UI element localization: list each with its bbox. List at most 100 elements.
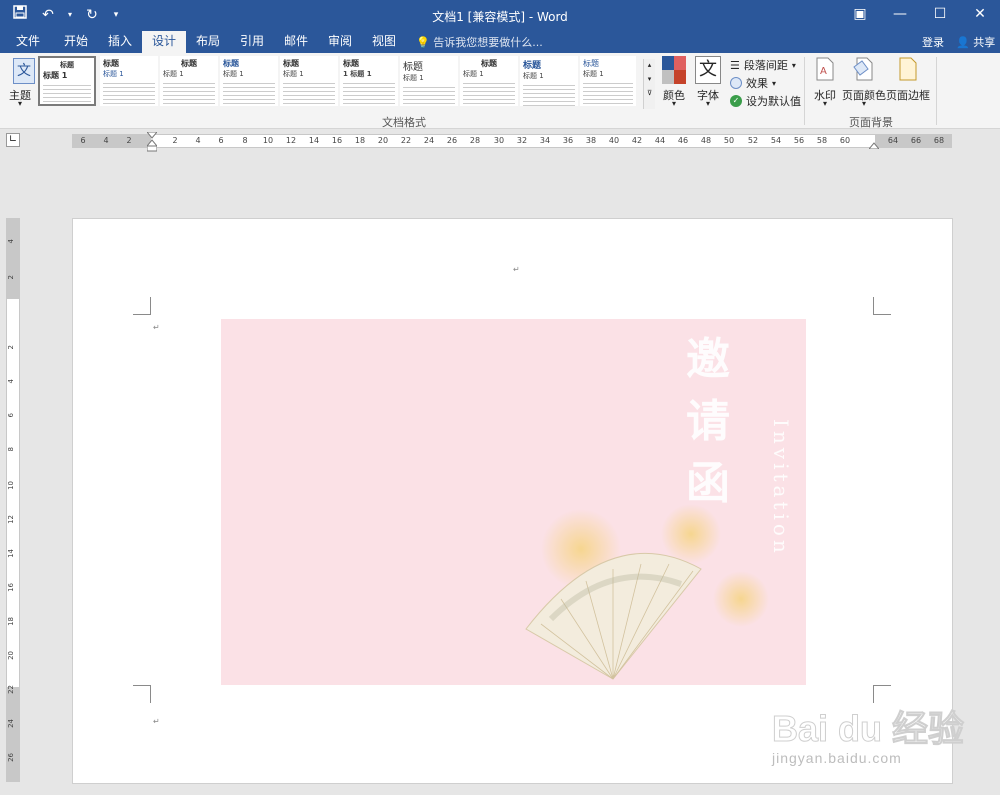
ruler-tick-label: 34: [539, 136, 551, 145]
style-set-item[interactable]: 标题 标题 1: [38, 56, 96, 106]
style-set-item[interactable]: 标题 标题 1: [580, 56, 636, 106]
ruler-tick-label: 4: [7, 379, 15, 384]
paragraph-spacing-button[interactable]: ☰ 段落间距 ▾: [730, 57, 796, 73]
ruler-tick-label: 24: [7, 719, 15, 728]
ruler-tick-label: 60: [839, 136, 851, 145]
minimize-icon[interactable]: —: [880, 0, 920, 28]
colors-icon: [662, 56, 686, 84]
paragraph-mark-icon: ↵: [153, 717, 160, 726]
ruler-tick-label: 50: [723, 136, 735, 145]
page-color-button[interactable]: 页面颜色 ▾: [842, 55, 886, 113]
close-icon[interactable]: ✕: [960, 0, 1000, 28]
invitation-image[interactable]: 邀请函 Invitation: [221, 319, 806, 685]
ruler-tick-label: 14: [7, 549, 15, 558]
baidu-watermark-logo: Bai du 经验: [771, 708, 965, 750]
style-set-item[interactable]: 标题 标题 1: [160, 56, 218, 106]
style-set-item[interactable]: 标题 标题 1: [220, 56, 278, 106]
themes-button[interactable]: 文 主题 ▾: [4, 55, 36, 113]
tab-mailings[interactable]: 邮件: [274, 31, 318, 53]
ruler-tick-label: 26: [7, 753, 15, 762]
tell-me-text: 告诉我您想要做什么...: [433, 36, 543, 49]
tab-review[interactable]: 审阅: [318, 31, 362, 53]
style-set-item[interactable]: 标题 标题 1: [520, 56, 578, 106]
scroll-down-icon[interactable]: ▾: [644, 75, 655, 83]
ruler-tick-label: 32: [516, 136, 528, 145]
ruler-tick-label: 8: [7, 447, 15, 452]
ruler-tick-label: 54: [770, 136, 782, 145]
window-controls: ▣ — ☐ ✕: [840, 0, 1000, 28]
svg-text:A: A: [820, 66, 827, 77]
ruler-tick-label: 10: [262, 136, 274, 145]
ruler-tick-label: 8: [242, 136, 248, 145]
ruler-tick-label: 66: [910, 136, 922, 145]
page-borders-button[interactable]: 页面边框: [886, 55, 930, 113]
checkmark-icon: ✓: [730, 95, 742, 107]
right-indent-marker-icon[interactable]: [869, 141, 879, 149]
chevron-down-icon: ▾: [791, 60, 796, 70]
crop-mark-top-left: [133, 297, 151, 315]
style-set-item[interactable]: 标题 标题 1: [280, 56, 338, 106]
gallery-more-icon[interactable]: ⊽: [644, 89, 655, 97]
style-set-item[interactable]: 标题 标题 1: [400, 56, 458, 106]
person-icon: 👤: [956, 36, 970, 49]
tab-file[interactable]: 文件: [6, 31, 50, 53]
watermark-button[interactable]: A 水印 ▾: [810, 55, 840, 113]
paragraph-mark-icon: ↵: [513, 265, 520, 274]
crop-mark-top-right: [873, 297, 891, 315]
style-set-item[interactable]: 标题 1 标题 1: [340, 56, 398, 106]
sign-in-link[interactable]: 登录: [922, 34, 944, 50]
ruler-tick-label: 2: [7, 345, 15, 350]
scroll-up-icon[interactable]: ▴: [644, 61, 655, 69]
ribbon-display-options-icon[interactable]: ▣: [840, 0, 880, 28]
ruler-tick-label: 16: [331, 136, 343, 145]
ruler-tick-label: 58: [816, 136, 828, 145]
tab-selector-icon[interactable]: ∟: [6, 133, 20, 147]
ruler-tick-label: 52: [747, 136, 759, 145]
page-borders-label: 页面边框: [886, 89, 930, 102]
tab-references[interactable]: 引用: [230, 31, 274, 53]
tab-design[interactable]: 设计: [142, 31, 187, 53]
tab-view[interactable]: 视图: [362, 31, 406, 53]
style-set-item[interactable]: 标题 标题 1: [460, 56, 518, 106]
ruler-tick-label: 30: [493, 136, 505, 145]
paragraph-spacing-icon: ☰: [730, 58, 740, 72]
tab-home[interactable]: 开始: [54, 31, 98, 53]
ruler-top-margin: [7, 219, 19, 299]
ruler-tick-label: 10: [7, 481, 15, 490]
indent-marker-icon[interactable]: [147, 132, 157, 152]
set-as-default-button[interactable]: ✓ 设为默认值: [730, 93, 801, 109]
ruler-tick-label: 18: [7, 617, 15, 626]
watermark-dropdown-icon: ▾: [822, 99, 827, 108]
themes-icon: 文: [13, 58, 35, 84]
effects-button[interactable]: 效果 ▾: [730, 75, 776, 91]
share-button[interactable]: 👤 共享: [956, 34, 995, 50]
chevron-down-icon: ▾: [772, 78, 777, 88]
horizontal-ruler[interactable]: 6 4 2 2 4 6 8 10 12 14 16 18 20 22 24 26…: [72, 132, 952, 152]
fonts-icon: 文: [695, 56, 721, 84]
crop-mark-bottom-left: [133, 685, 151, 703]
page-color-dropdown-icon: ▾: [861, 99, 866, 108]
ruler-tick-label: 22: [7, 685, 15, 694]
ruler-tick-label: 38: [585, 136, 597, 145]
ruler-tick-label: 44: [654, 136, 666, 145]
ruler-tick-label: 56: [793, 136, 805, 145]
ruler-tick-label: 4: [7, 239, 15, 244]
gallery-scrollbar[interactable]: ▴ ▾ ⊽: [643, 59, 655, 109]
paragraph-mark-icon: ↵: [153, 323, 160, 332]
ruler-tick-label: 22: [400, 136, 412, 145]
ruler-tick-label: 26: [446, 136, 458, 145]
tell-me-box[interactable]: 💡 告诉我您想要做什么...: [416, 34, 543, 50]
tab-insert[interactable]: 插入: [98, 31, 142, 53]
maximize-icon[interactable]: ☐: [920, 0, 960, 28]
ruler-tick-label: 6: [7, 413, 15, 418]
colors-button[interactable]: 颜色 ▾: [660, 55, 688, 113]
ruler-tick-label: 4: [195, 136, 201, 145]
vertical-ruler[interactable]: 4 2 2 4 6 8 10 12 14 16 18 20 22 24 26: [6, 218, 20, 782]
ruler-tick-label: 36: [562, 136, 574, 145]
group-label-document-formatting: 文档格式: [382, 116, 426, 129]
style-set-item[interactable]: 标题 标题 1: [100, 56, 158, 106]
ruler-tick-label: 46: [677, 136, 689, 145]
ruler-tick-label: 20: [7, 651, 15, 660]
fonts-button[interactable]: 文 字体 ▾: [694, 55, 722, 113]
tab-layout[interactable]: 布局: [186, 31, 230, 53]
